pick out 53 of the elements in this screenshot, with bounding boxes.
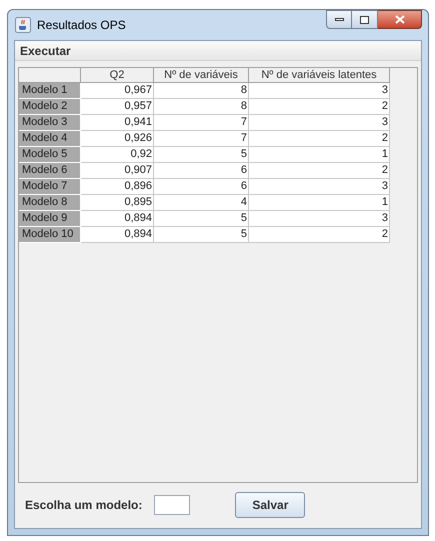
table-cell: 8 [154,99,249,115]
table-cell: 2 [249,99,390,115]
column-header[interactable]: Q2 [81,68,154,83]
minimize-button[interactable] [326,10,352,29]
save-button[interactable]: Salvar [235,492,306,518]
menu-item[interactable]: Executar [15,42,76,60]
row-header: Modelo 10 [19,227,81,243]
table-cell: 7 [154,115,249,131]
row-header: Modelo 6 [19,163,81,179]
close-button[interactable] [378,10,422,29]
table-cell: 0,92 [81,147,154,163]
table-cell: 4 [154,195,249,211]
table-cell: 0,896 [81,179,154,195]
model-label: Escolha um modelo: [25,497,142,514]
table-cell: 1 [249,147,390,163]
table-cell: 0,894 [81,211,154,227]
column-header[interactable]: Nº de variáveis [154,68,249,83]
row-header: Modelo 4 [19,131,81,147]
table-cell: 5 [154,227,249,243]
table-cell: 0,895 [81,195,154,211]
table-cell: 5 [154,211,249,227]
column-header[interactable]: Nº de variáveis latentes [249,68,390,83]
table-cell: 5 [154,147,249,163]
table-cell: 2 [249,227,390,243]
row-header: Modelo 5 [19,147,81,163]
java-cup-icon [15,17,31,33]
table-cell: 3 [249,83,390,99]
row-header: Modelo 9 [19,211,81,227]
model-input[interactable] [154,495,190,515]
table-cell: 6 [154,179,249,195]
table-cell: 1 [249,195,390,211]
row-header: Modelo 1 [19,83,81,99]
table-cell: 8 [154,83,249,99]
table-cell: 0,894 [81,227,154,243]
row-header: Modelo 2 [19,99,81,115]
table-cell: 0,941 [81,115,154,131]
row-header: Modelo 3 [19,115,81,131]
table-cell: 2 [249,131,390,147]
table-cell: 3 [249,115,390,131]
table-cell: 3 [249,211,390,227]
maximize-button[interactable] [352,10,378,29]
window-title: Resultados OPS [37,17,126,34]
table-cell: 3 [249,179,390,195]
table-cell: 7 [154,131,249,147]
table-cell: 0,967 [81,83,154,99]
table-cell: 0,907 [81,163,154,179]
table-cell: 0,926 [81,131,154,147]
row-header: Modelo 8 [19,195,81,211]
table-cell: 6 [154,163,249,179]
table-cell: 2 [249,163,390,179]
table-cell: 0,957 [81,99,154,115]
row-header: Modelo 7 [19,179,81,195]
close-icon [394,15,404,24]
